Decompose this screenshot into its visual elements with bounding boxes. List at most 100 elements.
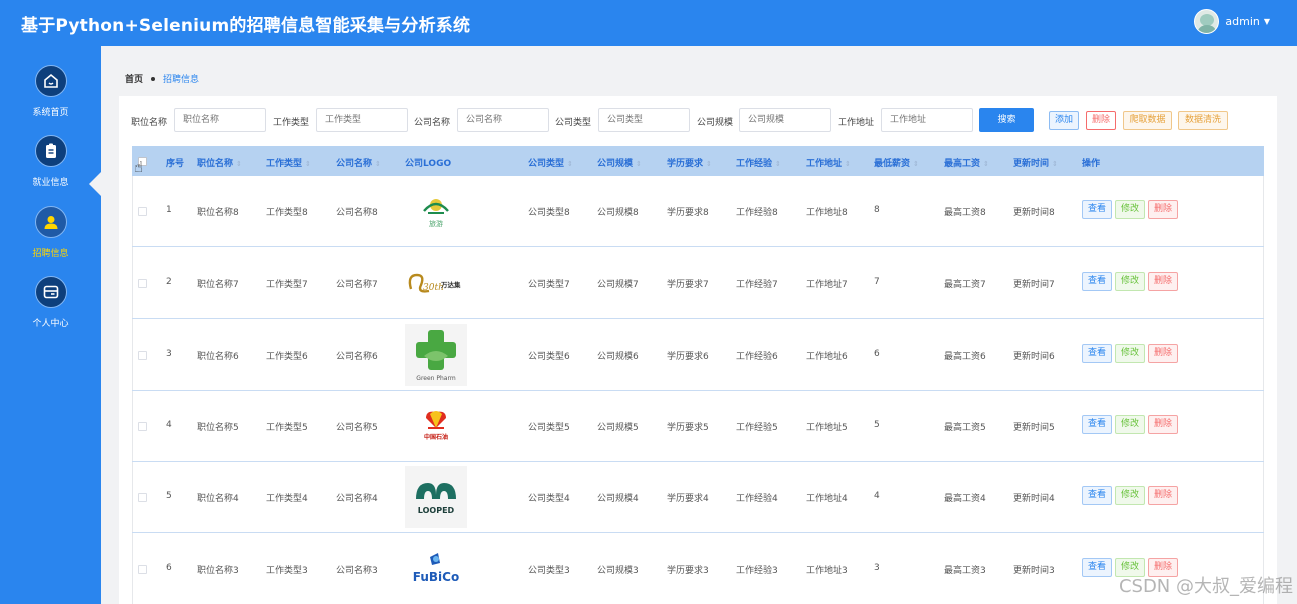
sort-icon[interactable]: ⇕: [775, 160, 781, 168]
sidebar-item-profile[interactable]: 个人中心: [0, 276, 101, 338]
row-actions: 查看 修改 删除: [1082, 344, 1181, 363]
sidebar-item-label: 个人中心: [32, 319, 69, 329]
cell-experience: 工作经验3: [736, 566, 778, 576]
row-checkbox[interactable]: [138, 207, 147, 216]
cell-index: 3: [166, 349, 172, 359]
column-header[interactable]: 职位名称 ⇕: [197, 156, 242, 169]
view-button[interactable]: 查看: [1082, 486, 1112, 505]
view-button[interactable]: 查看: [1082, 415, 1112, 434]
company-scale-input[interactable]: [739, 108, 831, 132]
home-icon[interactable]: [34, 65, 67, 97]
delete-button[interactable]: 删除: [1148, 486, 1178, 505]
search-button[interactable]: 搜索: [979, 108, 1034, 132]
delete-button[interactable]: 删除: [1148, 272, 1178, 291]
avatar[interactable]: [1194, 9, 1220, 34]
column-header[interactable]: 公司名称 ⇕: [336, 156, 381, 169]
sort-icon[interactable]: ⇕: [983, 160, 989, 168]
sort-icon[interactable]: ⇕: [305, 160, 311, 168]
column-header[interactable]: 学历要求 ⇕: [667, 156, 712, 169]
app-title: 基于Python+Selenium的招聘信息智能采集与分析系统: [21, 15, 471, 36]
add-button[interactable]: 添加: [1049, 111, 1079, 130]
company-name-label: 公司名称: [414, 118, 451, 128]
cell-type: 工作类型7: [266, 280, 308, 290]
bulk-delete-button[interactable]: 删除: [1086, 111, 1116, 130]
cell-company: 公司名称5: [336, 423, 378, 433]
cell-company: 公司名称6: [336, 352, 378, 362]
company-type-input[interactable]: [598, 108, 690, 132]
table-row: 6 职位名称3 工作类型3 公司名称3 FuBiCo 公司类型3 公司规模3 学…: [132, 534, 1264, 604]
company-logo: 中国石油: [405, 395, 467, 457]
edit-button[interactable]: 修改: [1115, 415, 1145, 434]
job-name-input[interactable]: [174, 108, 266, 132]
document-icon[interactable]: [34, 135, 67, 167]
cell-education: 学历要求7: [667, 280, 709, 290]
delete-button[interactable]: 删除: [1148, 200, 1178, 219]
svg-text:Green Pharm: Green Pharm: [416, 375, 456, 382]
cell-job: 职位名称7: [197, 280, 239, 290]
row-checkbox[interactable]: [138, 422, 147, 431]
edit-button[interactable]: 修改: [1115, 200, 1145, 219]
column-header[interactable]: 序号: [166, 156, 184, 169]
view-button[interactable]: 查看: [1082, 344, 1112, 363]
svg-text:FuBiCo: FuBiCo: [413, 570, 459, 584]
sort-icon[interactable]: ⇕: [636, 160, 642, 168]
column-header[interactable]: 更新时间 ⇕: [1013, 156, 1058, 169]
row-checkbox[interactable]: [138, 351, 147, 360]
row-checkbox[interactable]: [138, 493, 147, 502]
user-menu[interactable]: admin ▼: [1194, 9, 1270, 34]
sidebar-item-recruitment[interactable]: 招聘信息: [0, 206, 101, 268]
column-header[interactable]: 公司规模 ⇕: [597, 156, 642, 169]
company-name-input[interactable]: [457, 108, 549, 132]
cell-max-salary: 最高工资7: [944, 280, 986, 290]
sort-icon[interactable]: ⇕: [706, 160, 712, 168]
company-type-label: 公司类型: [555, 118, 592, 128]
cell-index: 6: [166, 563, 172, 573]
edit-button[interactable]: 修改: [1115, 486, 1145, 505]
edit-button[interactable]: 修改: [1115, 344, 1145, 363]
cell-education: 学历要求3: [667, 566, 709, 576]
cell-scale: 公司规模4: [597, 494, 639, 504]
column-header[interactable]: 工作经验 ⇕: [736, 156, 781, 169]
chevron-down-icon[interactable]: ▼: [1264, 17, 1270, 26]
sort-icon[interactable]: ⇕: [236, 160, 242, 168]
sort-icon[interactable]: ⇕: [567, 160, 573, 168]
sidebar-item-employment[interactable]: 就业信息: [0, 135, 101, 197]
sort-icon[interactable]: ⇕: [913, 160, 919, 168]
cell-experience: 工作经验5: [736, 423, 778, 433]
view-button[interactable]: 查看: [1082, 272, 1112, 291]
cell-scale: 公司规模6: [597, 352, 639, 362]
edit-button[interactable]: 修改: [1115, 272, 1145, 291]
row-checkbox[interactable]: [138, 565, 147, 574]
cell-education: 学历要求5: [667, 423, 709, 433]
row-checkbox[interactable]: [138, 279, 147, 288]
sort-icon[interactable]: ⇕: [1052, 160, 1058, 168]
crawl-data-button[interactable]: 爬取数据: [1123, 111, 1172, 130]
work-address-label: 工作地址: [838, 118, 875, 128]
column-header[interactable]: 工作地址 ⇕: [806, 156, 851, 169]
user-name[interactable]: admin: [1225, 15, 1259, 28]
view-button[interactable]: 查看: [1082, 558, 1112, 577]
work-address-input[interactable]: [881, 108, 973, 132]
delete-button[interactable]: 删除: [1148, 344, 1178, 363]
profile-card-icon[interactable]: [34, 276, 67, 308]
job-type-input[interactable]: [316, 108, 408, 132]
cell-experience: 工作经验8: [736, 208, 778, 218]
column-header[interactable]: 最高工资 ⇕: [944, 156, 989, 169]
sort-icon[interactable]: ⇕: [375, 160, 381, 168]
sort-icon[interactable]: ⇕: [845, 160, 851, 168]
delete-button[interactable]: 删除: [1148, 415, 1178, 434]
cell-updated: 更新时间8: [1013, 208, 1055, 218]
user-icon[interactable]: [34, 206, 67, 238]
cell-address: 工作地址7: [806, 280, 848, 290]
breadcrumb-current: 招聘信息: [163, 75, 200, 85]
cell-company: 公司名称4: [336, 494, 378, 504]
column-header[interactable]: 最低薪资 ⇕: [874, 156, 919, 169]
clean-data-button[interactable]: 数据清洗: [1178, 111, 1228, 130]
column-header[interactable]: 工作类型 ⇕: [266, 156, 311, 169]
view-button[interactable]: 查看: [1082, 200, 1112, 219]
breadcrumb-home[interactable]: 首页: [125, 72, 143, 85]
column-header[interactable]: 公司类型 ⇕: [528, 156, 573, 169]
svg-text:LOOPED: LOOPED: [418, 506, 455, 515]
cell-education: 学历要求4: [667, 494, 709, 504]
watermark: CSDN @大叔_爱编程: [1118, 576, 1293, 597]
